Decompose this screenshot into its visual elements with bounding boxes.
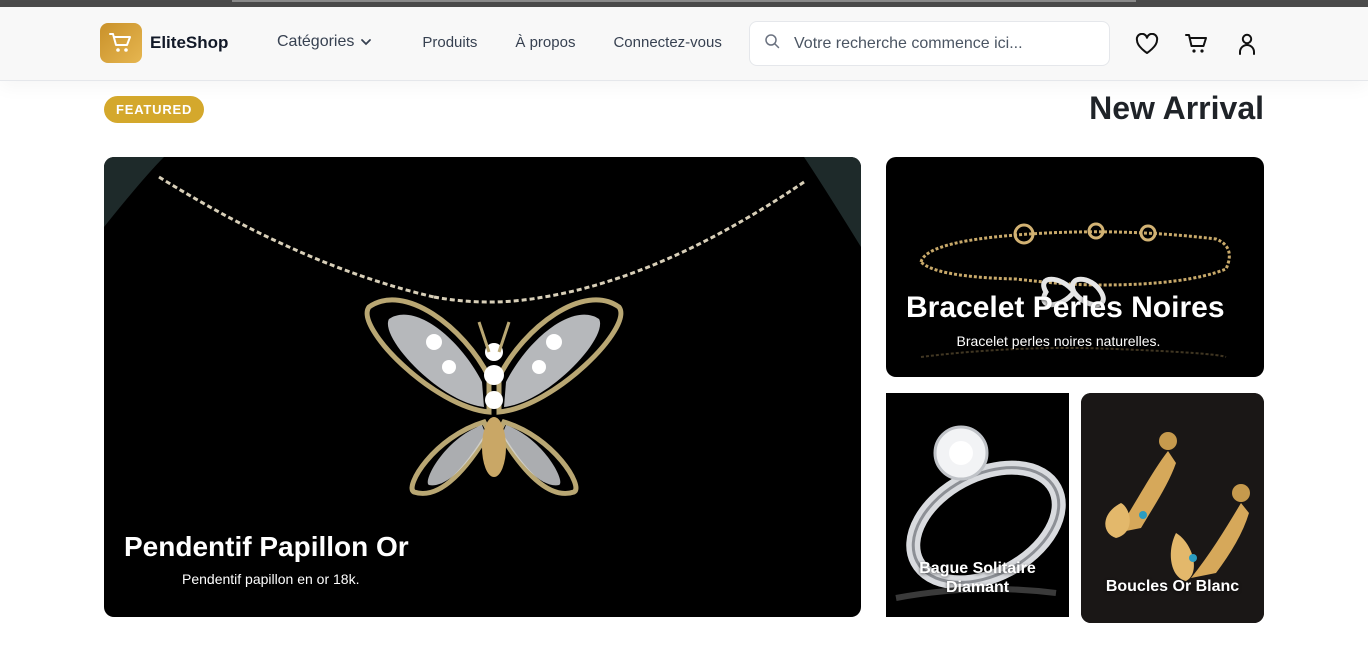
product-description: Pendentif papillon en or 18k. [182,571,360,587]
brand-name: EliteShop [150,33,229,52]
heart-icon[interactable] [1134,31,1160,57]
search-box [749,21,1110,66]
earrings-caption: Boucles Or Blanc [1081,578,1264,596]
section-title: New Arrival [1089,90,1264,126]
product-title: Boucles Or Blanc [1105,578,1240,595]
header-actions [1134,31,1260,57]
ring-caption: Bague Solitaire Diamant [886,559,1069,597]
main-nav: Catégories Produits À propos Connectez-v… [277,33,760,51]
product-description: Bracelet perles noires naturelles. [956,333,1161,349]
site-header: EliteShop Catégories Produits À propos C… [0,7,1368,81]
nav-categories-label: Catégories [277,33,355,50]
top-scrollbar[interactable] [232,0,1136,2]
cart-logo-icon [100,23,142,63]
product-title: Pendentif Papillon Or [124,531,409,562]
nav-about[interactable]: À propos [515,34,575,51]
nav-categories[interactable]: Catégories [277,33,372,51]
user-icon[interactable] [1234,31,1260,57]
product-card-bracelet[interactable]: Bracelet Perles Noires Bracelet perles n… [886,157,1264,377]
pendant-caption: Pendentif Papillon Or Pendentif papillon… [124,531,424,587]
nav-products[interactable]: Produits [422,34,477,51]
search-icon [764,33,780,54]
brand-logo[interactable]: EliteShop [100,23,228,63]
product-title: Bracelet Perles Noires [906,291,1225,324]
browser-top-strip [0,0,1368,7]
cart-icon[interactable] [1184,31,1210,57]
bracelet-caption: Bracelet Perles Noires Bracelet perles n… [906,291,1225,349]
product-card-earrings[interactable]: Boucles Or Blanc [1081,393,1264,623]
search-input[interactable] [794,34,1094,53]
featured-badge: FEATURED [104,96,205,123]
product-card-pendant[interactable]: Pendentif Papillon Or Pendentif papillon… [104,157,861,617]
product-card-ring[interactable]: Bague Solitaire Diamant [886,393,1069,617]
nav-login[interactable]: Connectez-vous [613,34,721,51]
chevron-down-icon [360,33,372,51]
product-title: Bague Solitaire Diamant [919,560,1036,596]
